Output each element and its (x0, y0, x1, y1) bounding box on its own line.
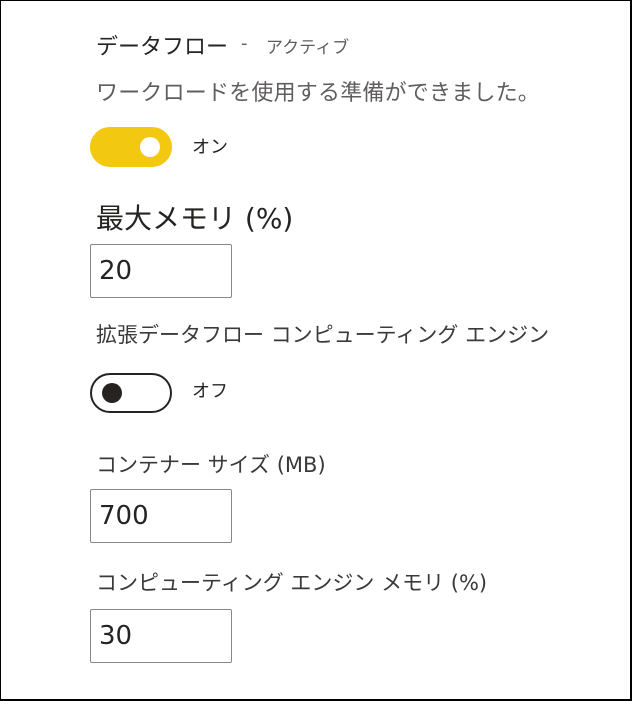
max-memory-input[interactable] (90, 244, 232, 298)
workload-description: ワークロードを使用する準備ができました。 (96, 81, 541, 106)
title-separator: - (241, 33, 248, 54)
toggle-knob (102, 383, 122, 403)
engine-memory-label: コンピューティング エンジン メモリ (%) (96, 571, 488, 595)
engine-memory-input[interactable] (90, 609, 232, 663)
workload-status: アクティブ (266, 38, 350, 58)
settings-panel: データフロー - アクティブ ワークロードを使用する準備ができました。 オン 最… (0, 0, 632, 701)
workload-toggle-label: オン (192, 137, 228, 158)
container-size-input[interactable] (90, 489, 232, 543)
workload-title: データフロー (96, 35, 229, 60)
container-size-label: コンテナー サイズ (MB) (96, 453, 326, 477)
enhanced-engine-label: 拡張データフロー コンピューティング エンジン (96, 323, 550, 347)
enhanced-engine-toggle[interactable] (90, 373, 172, 413)
enhanced-engine-toggle-label: オフ (192, 381, 228, 402)
workload-toggle[interactable] (90, 127, 172, 167)
max-memory-label: 最大メモリ (%) (96, 202, 294, 235)
toggle-knob (140, 137, 160, 157)
